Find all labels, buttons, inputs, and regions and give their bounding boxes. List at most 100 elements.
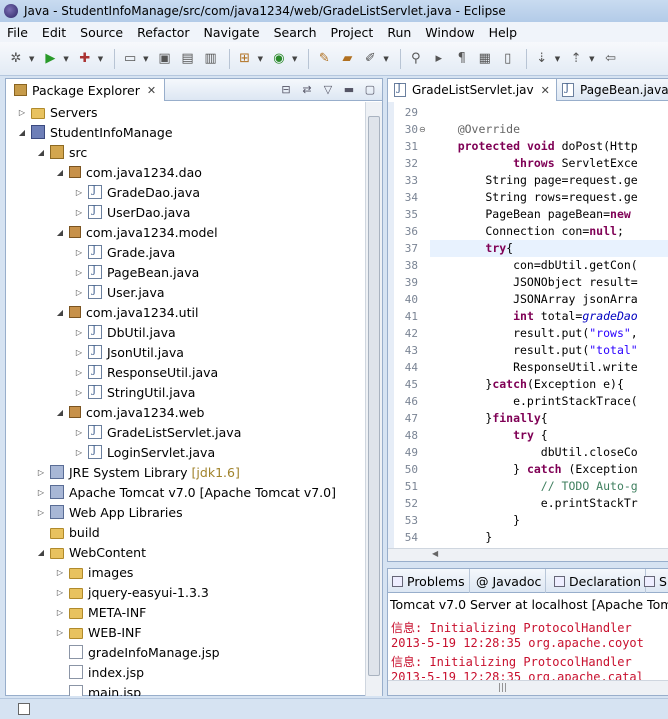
toggle-breadcrumb-icon[interactable]: ▸ (429, 49, 449, 69)
chevron-down-icon[interactable]: ▼ (63, 55, 68, 63)
tree-item[interactable]: ▷ WEB-INF (54, 622, 142, 642)
menu-file[interactable]: File (0, 25, 35, 40)
code-area[interactable]: @Override protected void doPost(Http thr… (430, 102, 668, 550)
new-java-package-icon[interactable]: ⊞ (235, 49, 255, 69)
collapse-arrow-icon[interactable]: ▷ (73, 388, 85, 397)
tab-javadoc[interactable]: @ Javadoc (472, 569, 547, 593)
collapse-arrow-icon[interactable]: ▷ (73, 428, 85, 437)
expand-arrow-icon[interactable]: ◢ (35, 148, 47, 157)
tree-item[interactable]: ▷ Apache Tomcat v7.0 [Apache Tomcat v7.0] (35, 482, 336, 502)
chevron-down-icon[interactable]: ▼ (292, 55, 297, 63)
tree-item[interactable]: ◢ StudentInfoManage (16, 122, 173, 142)
collapse-all-icon[interactable]: ⊟ (278, 81, 294, 97)
scroll-left-icon[interactable]: ◀ (432, 549, 438, 558)
open-type-icon[interactable]: ✎ (314, 49, 334, 69)
collapse-arrow-icon[interactable]: ▷ (54, 608, 66, 617)
tree-item[interactable]: ◢ src (35, 142, 87, 162)
chevron-down-icon[interactable]: ▼ (589, 55, 594, 63)
tree-item[interactable]: ▷ PageBean.java (73, 262, 199, 282)
next-annotation-icon[interactable]: ⇣ (532, 49, 552, 69)
tab-problems[interactable]: Problems (388, 569, 470, 593)
menu-window[interactable]: Window (418, 25, 481, 40)
menu-help[interactable]: Help (482, 25, 525, 40)
expand-arrow-icon[interactable]: ◢ (35, 548, 47, 557)
show-whitespace-icon[interactable]: ¶ (452, 49, 472, 69)
collapse-arrow-icon[interactable]: ▷ (54, 568, 66, 577)
tree-item[interactable]: ◢ com.java1234.web (54, 402, 205, 422)
menu-navigate[interactable]: Navigate (197, 25, 267, 40)
collapse-arrow-icon[interactable]: ▷ (73, 188, 85, 197)
tab-package-explorer[interactable]: Package Explorer ✕ (6, 79, 166, 101)
tree-item[interactable]: build (35, 522, 100, 542)
collapse-arrow-icon[interactable]: ▷ (73, 268, 85, 277)
tree-item[interactable]: ▷ User.java (73, 282, 165, 302)
tree-item[interactable]: ▷ ResponseUtil.java (73, 362, 218, 382)
tree-item[interactable]: ▷ GradeDao.java (73, 182, 200, 202)
save-all-icon[interactable]: ▤ (178, 49, 198, 69)
tab-declaration[interactable]: Declaration (550, 569, 647, 593)
editor-horizontal-scrollbar[interactable]: ◀ (388, 548, 668, 561)
collapse-arrow-icon[interactable]: ▷ (73, 208, 85, 217)
run-icon[interactable]: ▶ (40, 49, 60, 69)
tree-item[interactable]: ▷ JsonUtil.java (73, 342, 184, 362)
fast-view-icon[interactable] (18, 703, 30, 715)
tab-page-bean[interactable]: PageBean.java (556, 79, 668, 101)
expand-arrow-icon[interactable]: ◢ (54, 308, 66, 317)
tree-item[interactable]: main.jsp (54, 682, 141, 696)
tree-item[interactable]: ▷ Web App Libraries (35, 502, 183, 522)
toggle-mark-icon[interactable]: ⚲ (406, 49, 426, 69)
tab-grade-list-servlet[interactable]: GradeListServlet.jav ✕ (388, 79, 557, 101)
chevron-down-icon[interactable]: ▼ (258, 55, 263, 63)
tree-item[interactable]: gradeInfoManage.jsp (54, 642, 220, 662)
menu-search[interactable]: Search (267, 25, 324, 40)
tree-item[interactable]: ▷ UserDao.java (73, 202, 190, 222)
menu-run[interactable]: Run (380, 25, 418, 40)
menu-project[interactable]: Project (324, 25, 381, 40)
collapse-arrow-icon[interactable]: ▷ (73, 248, 85, 257)
save-icon[interactable]: ▣ (155, 49, 175, 69)
chevron-down-icon[interactable]: ▼ (143, 55, 148, 63)
tree-item[interactable]: ▷ images (54, 562, 134, 582)
collapse-arrow-icon[interactable]: ▷ (54, 628, 66, 637)
chevron-down-icon[interactable]: ▼ (383, 55, 388, 63)
tree-item[interactable]: ▷ GradeListServlet.java (73, 422, 241, 442)
tree-item[interactable]: ▷ jquery-easyui-1.3.3 (54, 582, 209, 602)
print-icon[interactable]: ▥ (201, 49, 221, 69)
chevron-down-icon[interactable]: ▼ (29, 55, 34, 63)
tree-item[interactable]: ▷ LoginServlet.java (73, 442, 215, 462)
collapse-arrow-icon[interactable]: ▷ (73, 368, 85, 377)
tree-item[interactable]: ◢ com.java1234.model (54, 222, 218, 242)
collapse-arrow-icon[interactable]: ▷ (73, 288, 85, 297)
expand-arrow-icon[interactable]: ◢ (54, 408, 66, 417)
menu-refactor[interactable]: Refactor (130, 25, 196, 40)
link-with-editor-icon[interactable]: ⇄ (299, 81, 315, 97)
back-icon[interactable]: ⇦ (601, 49, 621, 69)
tree-item[interactable]: ▷ StringUtil.java (73, 382, 196, 402)
collapse-arrow-icon[interactable]: ▷ (73, 448, 85, 457)
close-icon[interactable]: ✕ (147, 84, 156, 97)
new-icon[interactable]: ▭ (120, 49, 140, 69)
tree-item[interactable]: ◢ WebContent (35, 542, 146, 562)
tree-item[interactable]: ▷ Servers (16, 102, 98, 122)
chevron-down-icon[interactable]: ▼ (98, 55, 103, 63)
tree-item[interactable]: index.jsp (54, 662, 144, 682)
collapse-arrow-icon[interactable]: ▷ (35, 508, 47, 517)
open-task-icon[interactable]: ✐ (360, 49, 380, 69)
fold-toggle-icon[interactable]: ⊖ (419, 125, 428, 134)
open-folder-icon[interactable]: ▰ (337, 49, 357, 69)
scrollbar-grip[interactable]: ||| (498, 683, 507, 693)
close-icon[interactable]: ✕ (541, 84, 550, 97)
menu-edit[interactable]: Edit (35, 25, 73, 40)
debug-icon[interactable]: ✲ (6, 49, 26, 69)
external-tools-icon[interactable]: ✚ (75, 49, 95, 69)
expand-arrow-icon[interactable]: ◢ (16, 128, 28, 137)
new-class-icon[interactable]: ◉ (269, 49, 289, 69)
prev-annotation-icon[interactable]: ⇡ (566, 49, 586, 69)
collapse-arrow-icon[interactable]: ▷ (35, 468, 47, 477)
expand-arrow-icon[interactable]: ◢ (54, 228, 66, 237)
tab-servers[interactable]: S (640, 569, 668, 593)
tree-item[interactable]: ▷ DbUtil.java (73, 322, 176, 342)
tree-item[interactable]: ▷ META-INF (54, 602, 146, 622)
view-menu-icon[interactable]: ▽ (320, 81, 336, 97)
collapse-arrow-icon[interactable]: ▷ (16, 108, 28, 117)
